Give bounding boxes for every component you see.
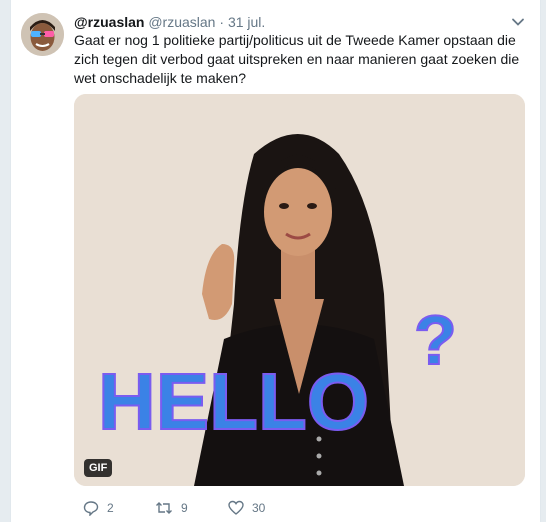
retweet-icon: [156, 502, 172, 514]
retweet-count: 9: [181, 501, 188, 515]
overlay-question-mark: ?: [414, 301, 457, 379]
gif-media[interactable]: HELLO ? GIF: [74, 94, 525, 486]
overlay-hello-text: HELLO: [98, 357, 369, 446]
tweet-actions: 2 9 30: [74, 498, 529, 518]
avatar[interactable]: [21, 13, 64, 56]
like-button[interactable]: 30: [228, 498, 265, 518]
user-handle[interactable]: @rzuaslan: [148, 14, 215, 30]
gif-badge: GIF: [84, 459, 113, 477]
chevron-down-icon[interactable]: [510, 14, 526, 30]
retweet-button[interactable]: 9: [155, 498, 188, 518]
reply-button[interactable]: 2: [83, 498, 114, 518]
gif-image: HELLO ?: [74, 94, 525, 486]
tweet-text: Gaat er nog 1 politieke partij/politicus…: [74, 32, 520, 86]
like-count: 30: [252, 501, 266, 515]
reply-icon: [83, 501, 99, 516]
tweet-date[interactable]: 31 jul.: [228, 14, 265, 30]
tweet-header: @rzuaslan @rzuaslan · 31 jul.: [74, 13, 265, 31]
tweet-card[interactable]: @rzuaslan @rzuaslan · 31 jul. Gaat er no…: [10, 0, 541, 522]
separator-dot: ·: [219, 14, 225, 30]
display-name[interactable]: @rzuaslan: [74, 14, 144, 30]
heart-icon: [228, 500, 244, 515]
reply-count: 2: [107, 501, 114, 515]
